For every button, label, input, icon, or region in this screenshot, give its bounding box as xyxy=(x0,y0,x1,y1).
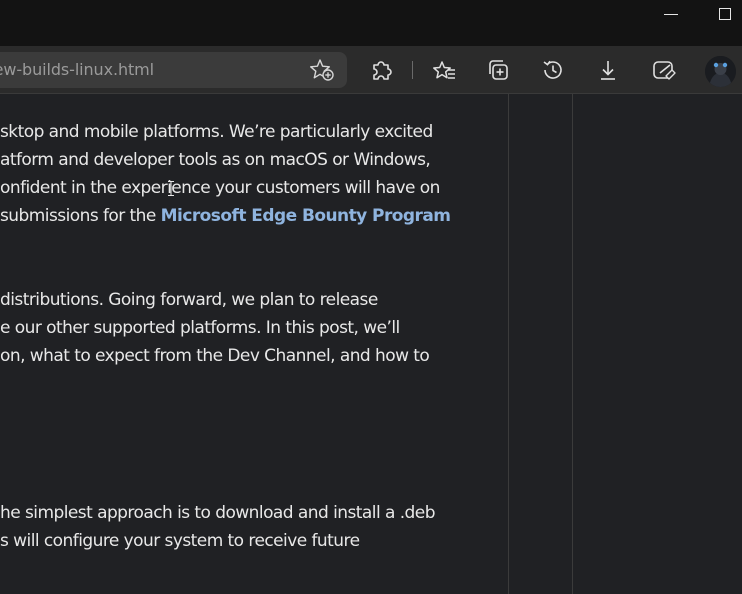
star-plus-icon xyxy=(310,59,334,81)
address-url-text[interactable]: ew-builds-linux.html xyxy=(0,52,154,88)
avatar[interactable] xyxy=(705,56,736,87)
puzzle-icon xyxy=(373,61,392,80)
article-text-line: he simplest approach is to download and … xyxy=(0,503,435,523)
maximize-icon[interactable] xyxy=(719,8,731,20)
collections-icon xyxy=(489,60,508,80)
download-icon xyxy=(601,61,615,80)
article-text-fragment: submissions for the xyxy=(0,206,161,226)
browser-toolbar: ew-builds-linux.html xyxy=(0,46,742,94)
downloads-button[interactable] xyxy=(594,56,622,84)
profile-picture-icon xyxy=(705,56,736,87)
article-text-line: e our other supported platforms. In this… xyxy=(0,318,400,338)
article-text-line: atform and developer tools as on macOS o… xyxy=(0,150,431,170)
article-text-line: distributions. Going forward, we plan to… xyxy=(0,290,378,310)
article-paragraph: sktop and mobile platforms. We’re partic… xyxy=(0,118,451,230)
article-text-line: on, what to expect from the Dev Channel,… xyxy=(0,346,430,366)
bounty-program-link[interactable]: Microsoft Edge Bounty Program xyxy=(161,206,451,226)
minimize-icon[interactable] xyxy=(664,14,678,15)
side-panel xyxy=(573,94,742,594)
history-button[interactable] xyxy=(539,56,567,84)
article-text-line: sktop and mobile platforms. We’re partic… xyxy=(0,122,433,142)
star-list-icon xyxy=(433,61,455,79)
toolbar-divider xyxy=(412,61,413,79)
text-cursor-icon xyxy=(168,181,174,196)
performance-button[interactable] xyxy=(649,56,677,84)
article-text-line: onfident in the experience your customer… xyxy=(0,178,440,198)
heart-pulse-icon xyxy=(653,61,676,80)
article-content: sktop and mobile platforms. We’re partic… xyxy=(0,94,508,594)
title-bar xyxy=(0,0,742,46)
favorites-button[interactable] xyxy=(429,56,457,84)
extensions-button[interactable] xyxy=(368,56,396,84)
article-paragraph: he simplest approach is to download and … xyxy=(0,499,435,555)
collections-button[interactable] xyxy=(485,56,513,84)
article-text-line: s will configure your system to receive … xyxy=(0,531,360,551)
article-paragraph: distributions. Going forward, we plan to… xyxy=(0,286,430,370)
add-favorite-button[interactable] xyxy=(309,58,335,82)
article-text-line: submissions for the Microsoft Edge Bount… xyxy=(0,202,451,230)
history-icon xyxy=(543,60,562,79)
address-bar[interactable]: ew-builds-linux.html xyxy=(0,52,347,88)
side-gutter xyxy=(509,94,572,594)
